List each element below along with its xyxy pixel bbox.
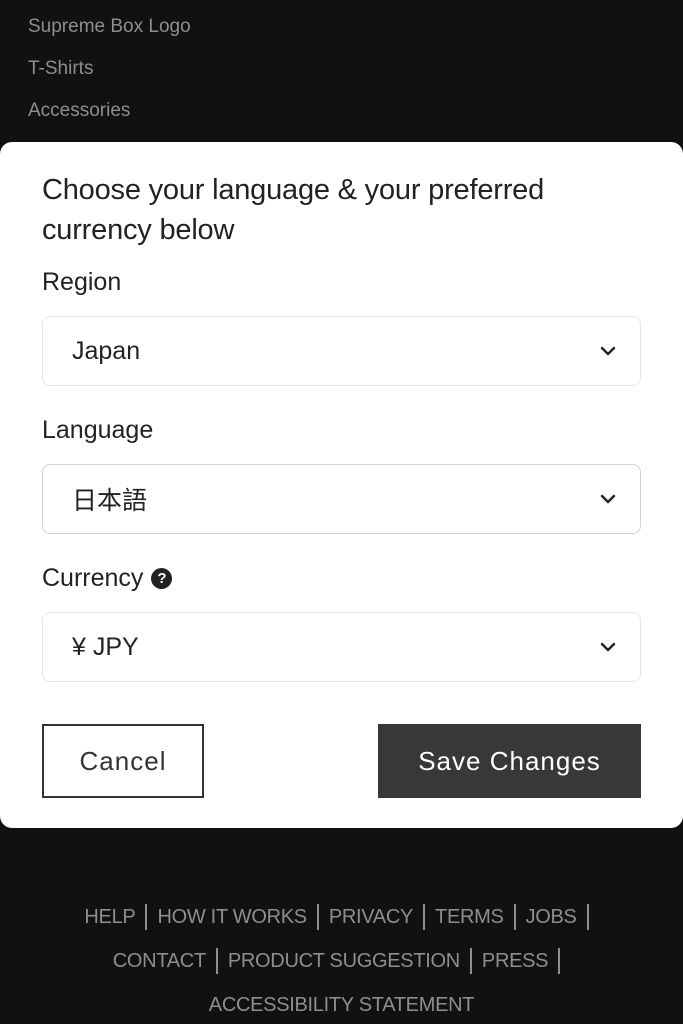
footer-row-3: ACCESSIBILITY STATEMENT bbox=[0, 983, 683, 1024]
separator bbox=[215, 948, 218, 974]
footer-link-accessibility-statement[interactable]: ACCESSIBILITY STATEMENT bbox=[209, 994, 475, 1017]
region-label-text: Region bbox=[42, 267, 122, 296]
language-currency-modal: Choose your language & your preferred cu… bbox=[0, 142, 683, 828]
currency-label-text: Currency bbox=[42, 563, 144, 592]
language-select-value: 日本語 bbox=[72, 487, 148, 515]
footer-link-jobs[interactable]: JOBS bbox=[526, 906, 577, 929]
separator bbox=[316, 904, 319, 930]
question-circle-icon[interactable]: ? bbox=[151, 567, 173, 589]
separator bbox=[558, 948, 561, 974]
modal-actions: Cancel Save Changes bbox=[42, 724, 641, 798]
cancel-button[interactable]: Cancel bbox=[42, 724, 204, 798]
footer-link-privacy[interactable]: PRIVACY bbox=[329, 906, 414, 929]
currency-label: Currency ? bbox=[42, 560, 641, 596]
currency-select[interactable]: ¥ JPY bbox=[42, 612, 641, 682]
region-label: Region bbox=[42, 264, 641, 300]
footer-link-press[interactable]: PRESS bbox=[482, 950, 549, 973]
separator bbox=[513, 904, 516, 930]
region-select-value: Japan bbox=[72, 336, 141, 365]
footer-link-terms[interactable]: TERMS bbox=[435, 906, 504, 929]
language-select[interactable]: 日本語 bbox=[42, 464, 641, 534]
footer-row-1: HELP HOW IT WORKS PRIVACY TERMS JOBS bbox=[0, 895, 683, 939]
background-nav: Supreme Box Logo T-Shirts Accessories bbox=[28, 12, 191, 138]
language-label-text: Language bbox=[42, 415, 154, 444]
region-select[interactable]: Japan bbox=[42, 316, 641, 386]
separator bbox=[586, 904, 589, 930]
chevron-down-icon bbox=[600, 346, 616, 356]
chevron-down-icon bbox=[600, 642, 616, 652]
modal-title: Choose your language & your preferred cu… bbox=[42, 174, 545, 246]
separator bbox=[469, 948, 472, 974]
chevron-down-icon bbox=[600, 494, 616, 504]
nav-link-supreme-box-logo[interactable]: Supreme Box Logo bbox=[28, 12, 191, 54]
nav-link-accessories[interactable]: Accessories bbox=[28, 96, 191, 138]
save-changes-button[interactable]: Save Changes bbox=[378, 724, 641, 798]
separator bbox=[423, 904, 426, 930]
footer-link-product-suggestion[interactable]: PRODUCT SUGGESTION bbox=[228, 950, 460, 973]
footer-link-contact[interactable]: CONTACT bbox=[113, 950, 206, 973]
nav-link-t-shirts[interactable]: T-Shirts bbox=[28, 54, 191, 96]
footer: HELP HOW IT WORKS PRIVACY TERMS JOBS CON… bbox=[0, 895, 683, 1024]
currency-select-value: ¥ JPY bbox=[72, 632, 139, 661]
footer-link-how-it-works[interactable]: HOW IT WORKS bbox=[157, 906, 307, 929]
footer-link-help[interactable]: HELP bbox=[84, 906, 135, 929]
language-label: Language bbox=[42, 412, 641, 448]
footer-row-2: CONTACT PRODUCT SUGGESTION PRESS bbox=[0, 939, 683, 983]
separator bbox=[145, 904, 148, 930]
